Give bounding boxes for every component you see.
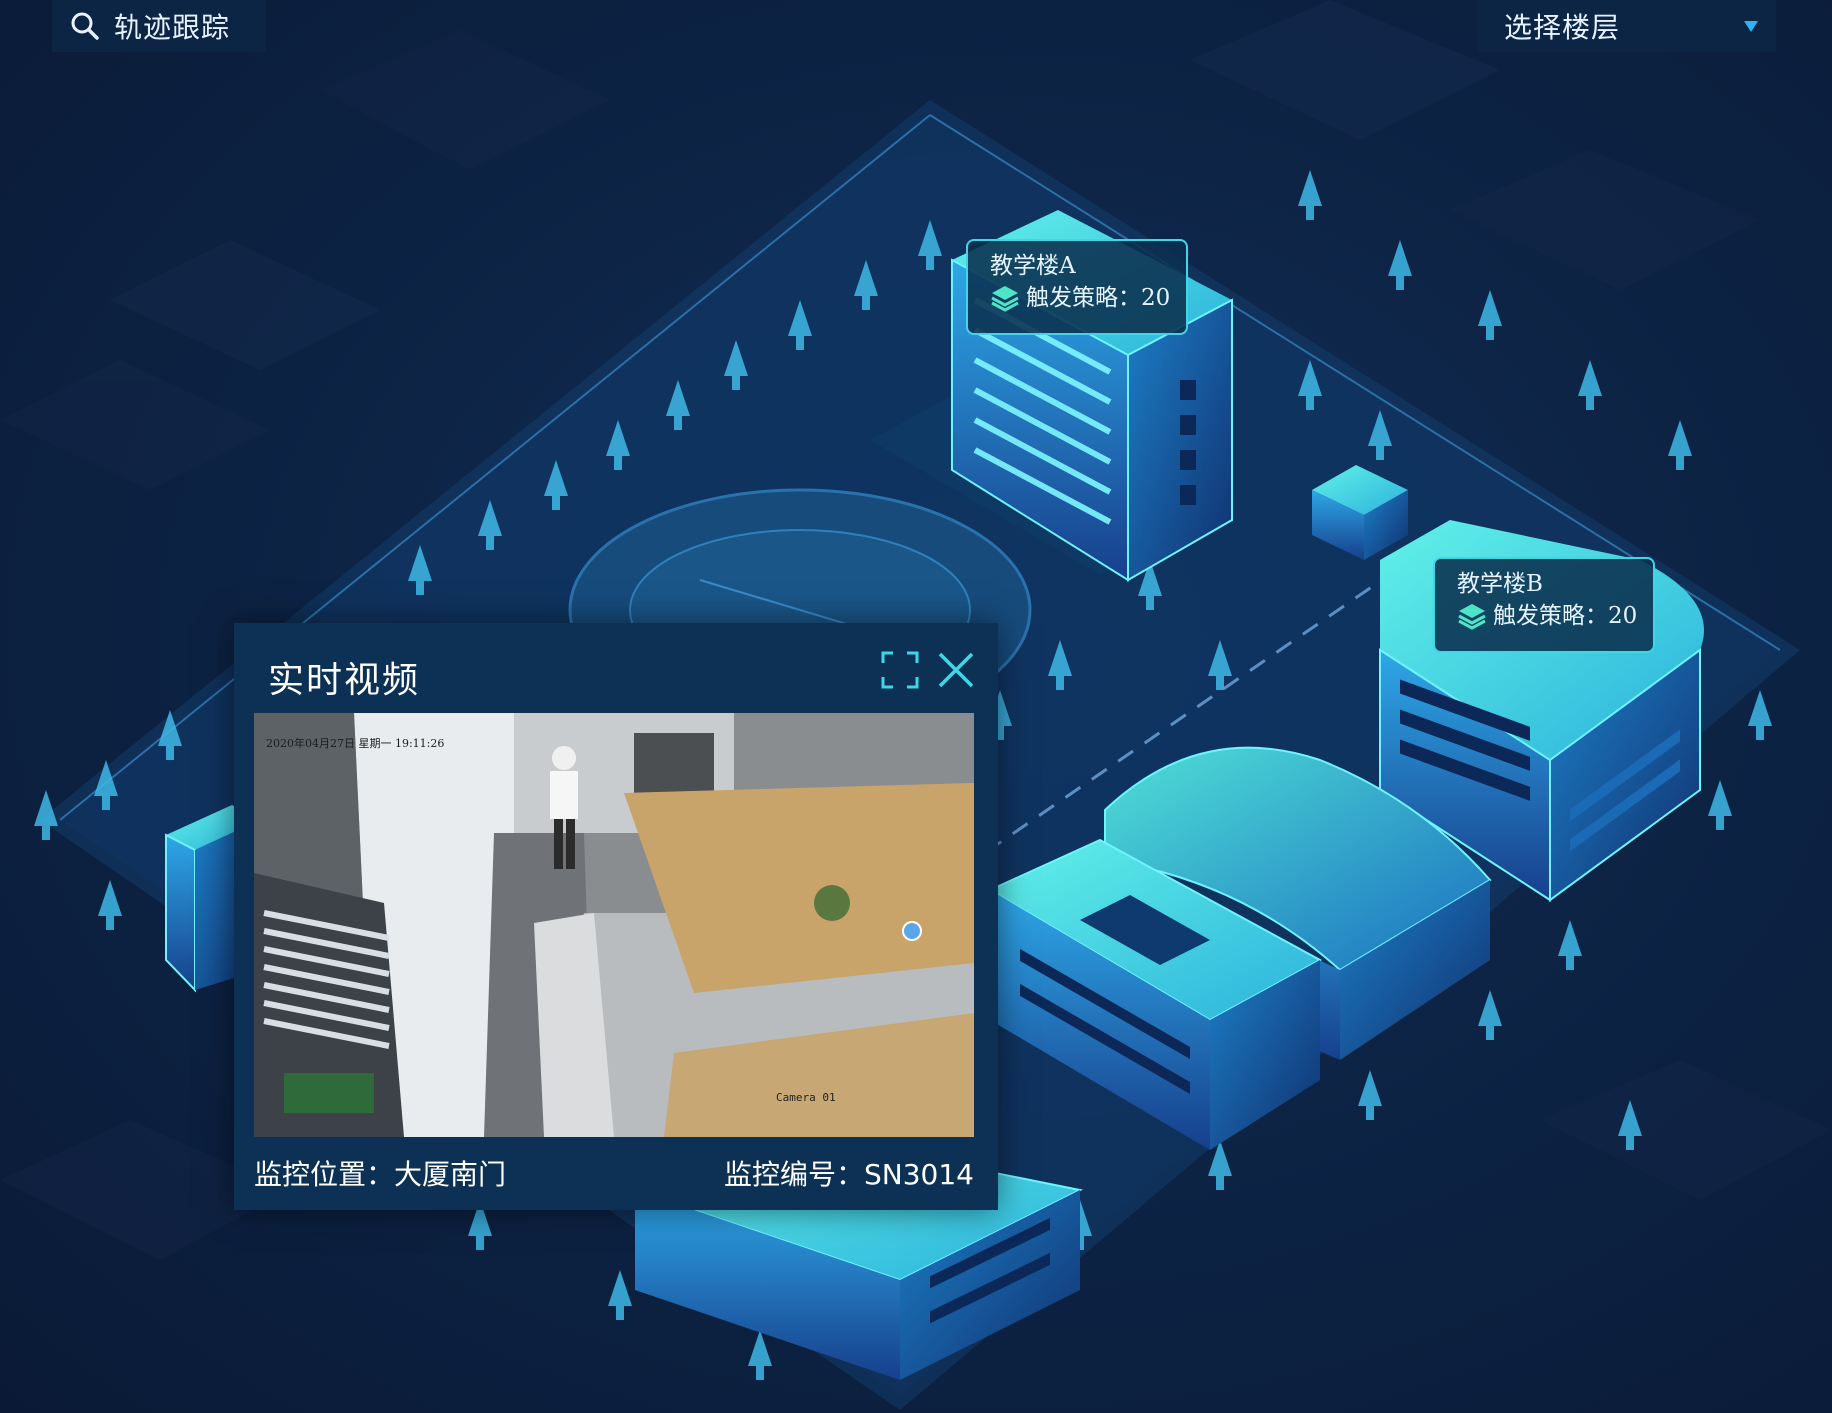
floor-select[interactable]: 选择楼层: [1478, 0, 1776, 52]
monitor-serial: 监控编号：SN3014: [724, 1158, 974, 1191]
fullscreen-button[interactable]: [880, 650, 920, 690]
video-timestamp: 2020年04月27日 星期一 19:11:26: [266, 737, 445, 750]
trajectory-tracking-label: 轨迹跟踪: [114, 11, 231, 44]
building-a-strategy-count: 20: [1141, 285, 1171, 311]
monitor-location: 监控位置：大厦南门: [254, 1158, 507, 1191]
building-a-tooltip[interactable]: 教学楼A 触发策略： 20: [966, 239, 1188, 335]
trajectory-tracking-button[interactable]: 轨迹跟踪: [52, 0, 266, 52]
campus-map-stage: 轨迹跟踪 选择楼层 教学楼A 触发策略： 20 教学楼B 触发策略： 20 实时…: [0, 0, 1832, 1413]
caret-down-icon: [1744, 20, 1758, 32]
building-a-strategy-label: 触发策略：: [1026, 285, 1141, 311]
building-b-name: 教学楼B: [1457, 571, 1543, 597]
building-a-name: 教学楼A: [990, 253, 1076, 279]
video-camera-label: Camera 01: [776, 1091, 836, 1104]
video-feed[interactable]: 2020年04月27日 星期一 19:11:26 Camera 01: [254, 713, 974, 1137]
fullscreen-icon: [881, 651, 919, 689]
video-panel-title: 实时视频: [268, 660, 421, 701]
building-b-tooltip[interactable]: 教学楼B 触发策略： 20: [1433, 557, 1655, 653]
live-video-panel: 实时视频 2020年04月27日 星期一 19:11:26 Camera 01 …: [234, 623, 998, 1210]
layers-icon: [990, 284, 1020, 312]
building-a-strategy: 触发策略： 20: [990, 281, 1186, 315]
search-icon: [70, 11, 100, 41]
camera-image: [254, 713, 974, 1137]
layers-icon: [1457, 602, 1487, 630]
floor-select-value: 选择楼层: [1504, 11, 1621, 44]
building-b-strategy: 触发策略： 20: [1457, 599, 1653, 633]
building-b-strategy-count: 20: [1608, 603, 1638, 629]
close-button[interactable]: [936, 650, 976, 690]
building-b-strategy-label: 触发策略：: [1493, 603, 1608, 629]
close-icon: [938, 652, 974, 688]
